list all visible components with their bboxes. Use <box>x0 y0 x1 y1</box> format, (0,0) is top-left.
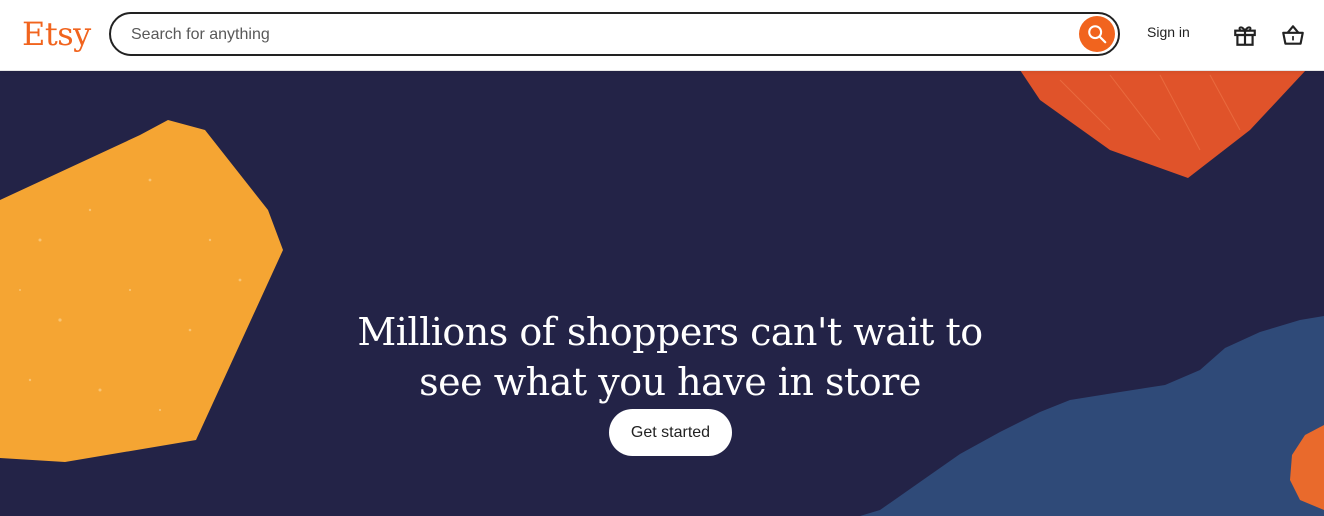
gift-icon <box>1234 26 1256 46</box>
search-input[interactable] <box>129 14 1073 56</box>
shopping-bag-icon <box>1282 25 1304 45</box>
gift-button[interactable] <box>1232 22 1258 48</box>
get-started-button[interactable]: Get started <box>609 409 732 456</box>
hero-banner: Millions of shoppers can't wait to see w… <box>0 70 1324 516</box>
site-header: Etsy Sign in <box>0 0 1324 71</box>
hero-headline: Millions of shoppers can't wait to see w… <box>0 307 1324 407</box>
headline-line-1: Millions of shoppers can't wait to <box>357 310 983 355</box>
search-bar <box>109 12 1120 56</box>
sign-in-link[interactable]: Sign in <box>1147 24 1190 40</box>
search-button[interactable] <box>1079 16 1115 52</box>
etsy-logo[interactable]: Etsy <box>22 12 91 56</box>
search-icon <box>1088 25 1107 44</box>
yellow-blob-shape <box>0 120 283 462</box>
orange-top-shape <box>1020 70 1306 178</box>
headline-line-2: see what you have in store <box>419 360 921 405</box>
cart-button[interactable] <box>1280 22 1306 48</box>
